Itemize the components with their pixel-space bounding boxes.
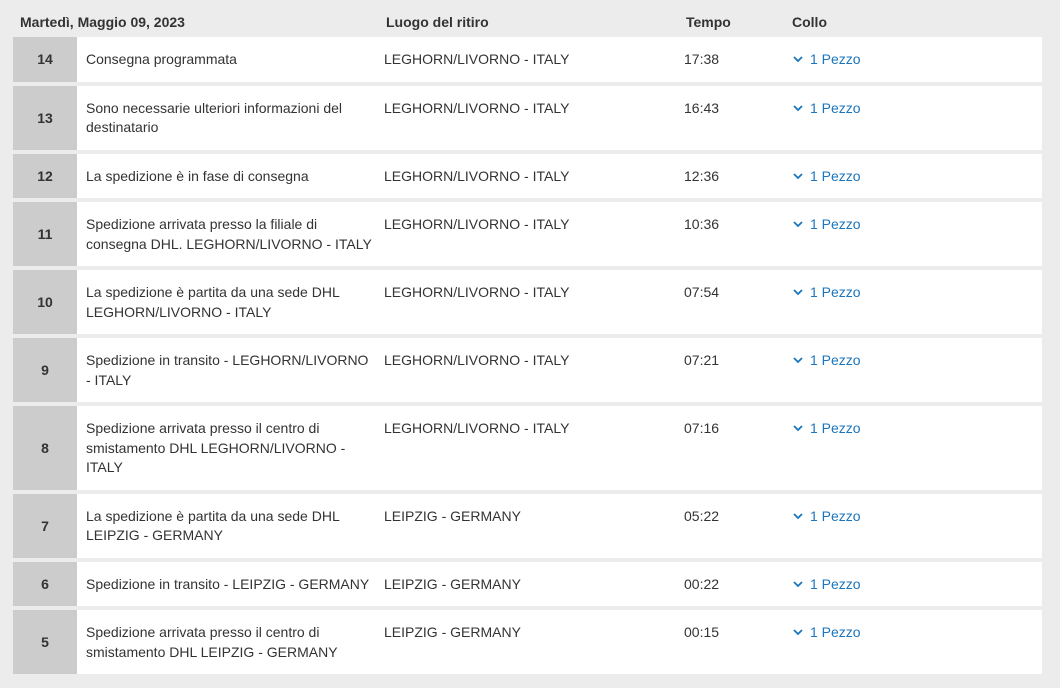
package-count: 1 Pezzo [810,99,861,116]
event-time: 16:43 [684,99,720,116]
event-number: 12 [13,153,77,198]
event-description: La spedizione è partita da una sede DHL … [86,507,340,544]
event-time: 12:36 [684,167,720,184]
package-count: 1 Pezzo [810,284,861,300]
event-time: 05:22 [684,507,720,524]
event-number: 6 [13,561,77,606]
package-count: 1 Pezzo [810,575,861,592]
event-description: Spedizione in transito - LEGHORN/LIVORNO… [86,352,369,388]
package-count: 1 Pezzo [810,352,861,368]
package-toggle[interactable]: 1 Pezzo [790,562,861,607]
chevron-down-icon [793,289,803,296]
event-row: 6 Spedizione in transito - LEIPZIG - GER… [13,561,1042,607]
chevron-down-icon [793,56,803,63]
event-number: 11 [13,202,77,266]
package-count: 1 Pezzo [810,420,861,436]
event-number: 13 [13,85,77,150]
package-toggle[interactable]: 1 Pezzo [790,202,861,266]
package-toggle[interactable]: 1 Pezzo [790,494,861,558]
event-time: 07:54 [684,284,720,300]
event-row: 11 Spedizione arrivata presso la filiale… [13,202,1042,266]
event-number: 5 [13,610,77,674]
event-number: 8 [13,406,77,490]
location-column-header: Luogo del ritiro [386,14,489,30]
package-toggle[interactable]: 1 Pezzo [790,610,861,674]
event-row: 13 Sono necessarie ulteriori informazion… [13,85,1042,150]
event-time: 10:36 [684,216,720,232]
chevron-down-icon [793,357,803,364]
event-location: LEGHORN/LIVORNO - ITALY [384,167,570,184]
chevron-down-icon [793,580,803,587]
package-column-header: Collo [792,14,827,30]
event-location: LEIPZIG - GERMANY [384,624,521,640]
package-count: 1 Pezzo [810,51,861,67]
event-row: 8 Spedizione arrivata presso il centro d… [13,406,1042,490]
chevron-down-icon [793,629,803,636]
event-location: LEGHORN/LIVORNO - ITALY [384,420,570,436]
event-description: La spedizione è in fase di consegna [86,167,309,184]
package-toggle[interactable]: 1 Pezzo [790,154,861,199]
event-number: 10 [13,270,77,334]
event-location: LEGHORN/LIVORNO - ITALY [384,99,570,116]
package-count: 1 Pezzo [810,216,861,232]
event-row: 10 La spedizione è partita da una sede D… [13,270,1042,334]
chevron-down-icon [793,221,803,228]
event-description: Consegna programmata [86,51,237,67]
event-location: LEGHORN/LIVORNO - ITALY [384,352,570,368]
event-number: 14 [13,37,77,82]
package-toggle[interactable]: 1 Pezzo [790,86,861,150]
event-time: 07:16 [684,420,720,436]
time-column-header: Tempo [686,14,731,30]
package-count: 1 Pezzo [810,624,861,640]
event-row: 5 Spedizione arrivata presso il centro d… [13,610,1042,674]
event-time: 07:21 [684,352,720,368]
event-location: LEIPZIG - GERMANY [384,507,521,524]
package-count: 1 Pezzo [810,507,861,524]
history-header: Martedì, Maggio 09, 2023 Luogo del ritir… [0,0,1060,35]
event-row: 14 Consegna programmata LEGHORN/LIVORNO … [13,37,1042,82]
package-toggle[interactable]: 1 Pezzo [790,270,861,334]
event-description: Spedizione arrivata presso il centro di … [86,420,346,475]
event-location: LEGHORN/LIVORNO - ITALY [384,216,570,232]
event-description: La spedizione è partita da una sede DHL … [86,284,340,320]
event-description: Spedizione arrivata presso la filiale di… [86,216,372,252]
event-row: 7 La spedizione è partita da una sede DH… [13,493,1042,558]
event-row: 12 La spedizione è in fase di consegna L… [13,153,1042,199]
event-list: 14 Consegna programmata LEGHORN/LIVORNO … [13,37,1042,678]
event-description: Spedizione in transito - LEIPZIG - GERMA… [86,575,370,592]
event-location: LEGHORN/LIVORNO - ITALY [384,284,570,300]
event-location: LEGHORN/LIVORNO - ITALY [384,51,570,67]
chevron-down-icon [793,512,803,519]
event-description: Spedizione arrivata presso il centro di … [86,624,338,660]
event-description: Sono necessarie ulteriori informazioni d… [86,99,343,136]
event-number: 7 [13,493,77,558]
package-toggle[interactable]: 1 Pezzo [790,37,861,82]
shipment-history: Martedì, Maggio 09, 2023 Luogo del ritir… [0,0,1060,688]
event-row: 9 Spedizione in transito - LEGHORN/LIVOR… [13,338,1042,402]
chevron-down-icon [793,425,803,432]
chevron-down-icon [793,104,803,111]
package-toggle[interactable]: 1 Pezzo [790,406,861,490]
package-toggle[interactable]: 1 Pezzo [790,338,861,402]
chevron-down-icon [793,172,803,179]
event-time: 00:15 [684,624,720,640]
date-heading: Martedì, Maggio 09, 2023 [20,14,185,30]
event-time: 17:38 [684,51,720,67]
event-time: 00:22 [684,575,720,592]
package-count: 1 Pezzo [810,167,861,184]
event-number: 9 [13,338,77,402]
event-location: LEIPZIG - GERMANY [384,575,521,592]
